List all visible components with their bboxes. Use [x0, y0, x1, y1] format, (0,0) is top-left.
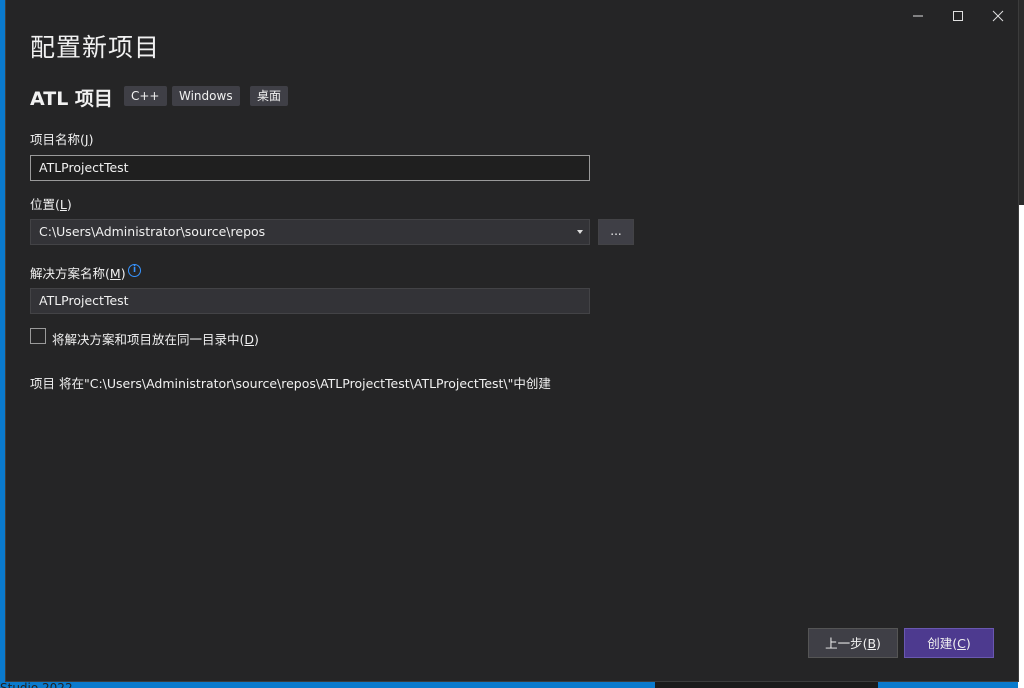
minimize-icon [913, 15, 923, 17]
dialog-title: 配置新项目 [30, 33, 161, 62]
same-directory-label[interactable]: 将解决方案和项目放在同一目录中(D) [52, 329, 259, 348]
maximize-icon [953, 11, 963, 21]
tag-platform: Windows [172, 86, 240, 106]
background-app-label: Studio 2022 [0, 681, 73, 688]
create-button[interactable]: 创建(C) [904, 628, 994, 658]
project-name-input[interactable]: ATLProjectTest [30, 155, 590, 181]
tag-language: C++ [124, 86, 167, 106]
same-directory-checkbox[interactable] [30, 328, 46, 344]
location-value: C:\Users\Administrator\source\repos [39, 224, 266, 239]
maximize-button[interactable] [938, 3, 978, 29]
browse-button[interactable]: ... [598, 219, 634, 245]
template-name: ATL 项目 [30, 88, 113, 110]
solution-name-input[interactable]: ATLProjectTest [30, 288, 590, 314]
project-path-note: 项目 将在"C:\Users\Administrator\source\repo… [30, 376, 551, 391]
desktop-background: Studio 2022 配置新项目 ATL 项目 C++ Windows 桌面 … [0, 0, 1024, 688]
back-button[interactable]: 上一步(B) [808, 628, 898, 658]
info-icon[interactable]: i [128, 264, 141, 277]
taskbar-segment [655, 682, 878, 688]
tag-project-type: 桌面 [250, 86, 289, 106]
configure-project-dialog: 配置新项目 ATL 项目 C++ Windows 桌面 项目名称(J) ATLP… [6, 0, 1018, 681]
background-window-edge-dark [1018, 0, 1024, 205]
chevron-down-icon[interactable] [577, 230, 583, 234]
location-label: 位置(L) [30, 197, 72, 212]
location-combobox[interactable]: C:\Users\Administrator\source\repos [30, 219, 590, 245]
close-icon [992, 10, 1004, 22]
project-name-label: 项目名称(J) [30, 132, 94, 147]
close-button[interactable] [978, 3, 1018, 29]
solution-name-label: 解决方案名称(M) [30, 266, 126, 281]
minimize-button[interactable] [898, 3, 938, 29]
